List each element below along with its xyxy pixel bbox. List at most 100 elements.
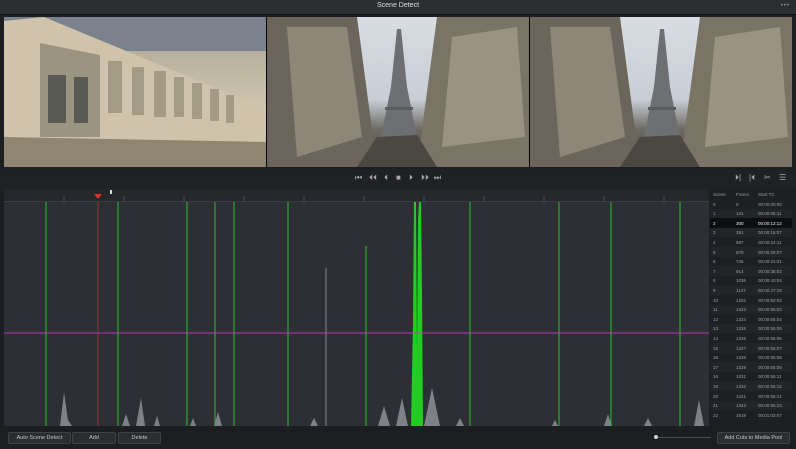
stop-icon[interactable]: ■ bbox=[396, 173, 401, 182]
start-timecode: 00:00:55:05 bbox=[758, 326, 782, 332]
frame-number: 745 bbox=[736, 259, 744, 265]
table-row[interactable]: 8 1036 00:00:43:04 bbox=[710, 276, 792, 286]
add-button[interactable]: Add bbox=[72, 432, 116, 444]
frame-number: 1332 bbox=[736, 383, 747, 389]
zoom-slider-track[interactable] bbox=[657, 437, 711, 438]
frame-number: 1331 bbox=[736, 374, 747, 380]
scene-number: 16 bbox=[713, 355, 719, 361]
frame-number: 131 bbox=[736, 211, 744, 217]
go-to-start-icon[interactable]: ⏮ bbox=[355, 173, 362, 183]
start-timecode: 00:00:43:04 bbox=[758, 278, 782, 284]
frame-number: 1327 bbox=[736, 345, 747, 351]
scene-number: 9 bbox=[713, 287, 716, 293]
table-row[interactable]: 2 300 00:00:12:12 bbox=[710, 218, 792, 228]
start-timecode: 00:00:55:11 bbox=[758, 374, 782, 380]
start-timecode: 00:00:24:11 bbox=[758, 239, 782, 245]
start-timecode: 00:00:55:07 bbox=[758, 345, 782, 351]
title-bar: Scene Detect ••• bbox=[0, 0, 796, 15]
window-controls-icon[interactable]: ••• bbox=[781, 3, 790, 9]
cut-detection-plot bbox=[4, 202, 709, 426]
table-row[interactable]: 6 745 00:00:31:01 bbox=[710, 257, 792, 267]
column-header-scene[interactable]: Scene bbox=[713, 192, 726, 197]
ruler-ticks bbox=[63, 190, 665, 202]
bottom-toolbar: Auto Scene Detect Add Delete Add Cuts to… bbox=[0, 427, 796, 449]
frame-number: 1326 bbox=[736, 335, 747, 341]
eiffel-tower-image bbox=[267, 17, 529, 167]
frame-number: 1036 bbox=[736, 278, 747, 284]
table-row[interactable]: 15 1327 00:00:55:07 bbox=[710, 343, 792, 353]
table-row[interactable]: 10 1202 00:00:50:02 bbox=[710, 295, 792, 305]
start-timecode: 00:00:16:07 bbox=[758, 230, 782, 236]
start-timecode: 00:00:55:08 bbox=[758, 355, 782, 361]
scene-number: 18 bbox=[713, 374, 719, 380]
zoom-slider-handle[interactable] bbox=[654, 435, 658, 439]
scene-number: 22 bbox=[713, 412, 719, 418]
start-timecode: 00:00:55:12 bbox=[758, 383, 782, 389]
frame-number: 587 bbox=[736, 239, 744, 245]
table-row[interactable]: 12 1324 00:00:55:04 bbox=[710, 314, 792, 324]
start-timecode: 00:00:55:03 bbox=[758, 307, 782, 313]
play-reverse-icon[interactable]: ⏴ bbox=[384, 173, 388, 183]
table-row[interactable]: 22 1519 00:01:03:07 bbox=[710, 410, 792, 420]
table-row[interactable]: 4 587 00:00:24:11 bbox=[710, 237, 792, 247]
scene-number: 8 bbox=[713, 278, 716, 284]
previous-frame-icon[interactable]: ⏴⏴ bbox=[369, 173, 377, 183]
frame-number: 1325 bbox=[736, 326, 747, 332]
start-timecode: 00:00:50:02 bbox=[758, 297, 782, 303]
column-header-start-tc[interactable]: Start TC bbox=[758, 192, 775, 197]
table-row[interactable]: 19 1332 00:00:55:12 bbox=[710, 381, 792, 391]
previous-frame-viewer bbox=[4, 17, 266, 167]
delete-button[interactable]: Delete bbox=[118, 432, 161, 444]
frame-number: 391 bbox=[736, 230, 744, 236]
start-timecode: 00:00:28:07 bbox=[758, 249, 782, 255]
frame-number: 1341 bbox=[736, 393, 747, 399]
scene-number: 13 bbox=[713, 326, 719, 332]
frame-number: 300 bbox=[736, 220, 744, 226]
table-row[interactable]: 3 391 00:00:16:07 bbox=[710, 227, 792, 238]
table-row[interactable]: 7 914 00:00:38:02 bbox=[710, 266, 792, 276]
mark-out-icon[interactable]: |⏴ bbox=[749, 173, 755, 183]
column-header-frame[interactable]: Frame bbox=[736, 192, 749, 197]
table-row[interactable]: 11 1323 00:00:55:03 bbox=[710, 304, 792, 315]
table-row[interactable]: 0 0 00:00:00:00 bbox=[710, 199, 792, 209]
go-to-end-icon[interactable]: ⏭ bbox=[434, 173, 441, 183]
start-timecode: 00:01:03:07 bbox=[758, 412, 782, 418]
scene-number: 20 bbox=[713, 393, 719, 399]
transport-bar: ⏮ ⏴⏴ ⏴ ■ ⏵ ⏵⏵ ⏭ ⏵| |⏴ ✂ ☰ bbox=[0, 169, 796, 189]
frame-number: 1328 bbox=[736, 355, 747, 361]
frame-number: 1323 bbox=[736, 307, 747, 313]
scene-list-header: Scene Frame Start TC bbox=[710, 189, 792, 199]
eiffel-tower-image bbox=[530, 17, 792, 167]
start-timecode: 00:00:55:09 bbox=[758, 364, 782, 370]
timeline-ruler[interactable] bbox=[4, 189, 709, 202]
start-timecode: 00:00:55:21 bbox=[758, 393, 782, 399]
scene-detect-graph[interactable] bbox=[4, 202, 709, 426]
mark-in-icon[interactable]: ⏵| bbox=[735, 173, 741, 183]
viewer-area bbox=[4, 17, 792, 167]
table-row[interactable]: 9 1147 00:00:47:19 bbox=[710, 285, 792, 295]
scene-number: 14 bbox=[713, 335, 719, 341]
table-row[interactable]: 17 1329 00:00:55:09 bbox=[710, 362, 792, 372]
table-row[interactable]: 13 1325 00:00:55:05 bbox=[710, 323, 792, 334]
table-row[interactable]: 5 679 00:00:28:07 bbox=[710, 247, 792, 257]
add-cuts-to-media-pool-button[interactable]: Add Cuts to Media Pool bbox=[717, 432, 790, 444]
scene-number: 2 bbox=[713, 220, 716, 226]
cut-icon[interactable]: ✂ bbox=[764, 173, 771, 182]
table-row[interactable]: 20 1341 00:00:55:21 bbox=[710, 391, 792, 401]
start-timecode: 00:00:47:19 bbox=[758, 287, 782, 293]
frame-number: 1324 bbox=[736, 316, 747, 322]
table-row[interactable]: 18 1331 00:00:55:11 bbox=[710, 372, 792, 382]
table-row[interactable]: 21 1343 00:00:55:23 bbox=[710, 400, 792, 411]
table-row[interactable]: 1 131 00:00:05:11 bbox=[710, 208, 792, 219]
scene-number: 17 bbox=[713, 364, 719, 370]
scene-number: 19 bbox=[713, 383, 719, 389]
scene-number: 15 bbox=[713, 345, 719, 351]
table-row[interactable]: 16 1328 00:00:55:08 bbox=[710, 353, 792, 363]
frame-number: 0 bbox=[736, 201, 739, 207]
table-row[interactable]: 14 1326 00:00:55:06 bbox=[710, 333, 792, 343]
auto-scene-detect-button[interactable]: Auto Scene Detect bbox=[8, 432, 71, 444]
list-view-icon[interactable]: ☰ bbox=[779, 173, 786, 182]
next-frame-icon[interactable]: ⏵⏵ bbox=[421, 173, 429, 183]
frame-number: 1202 bbox=[736, 297, 747, 303]
play-icon[interactable]: ⏵ bbox=[409, 173, 413, 183]
